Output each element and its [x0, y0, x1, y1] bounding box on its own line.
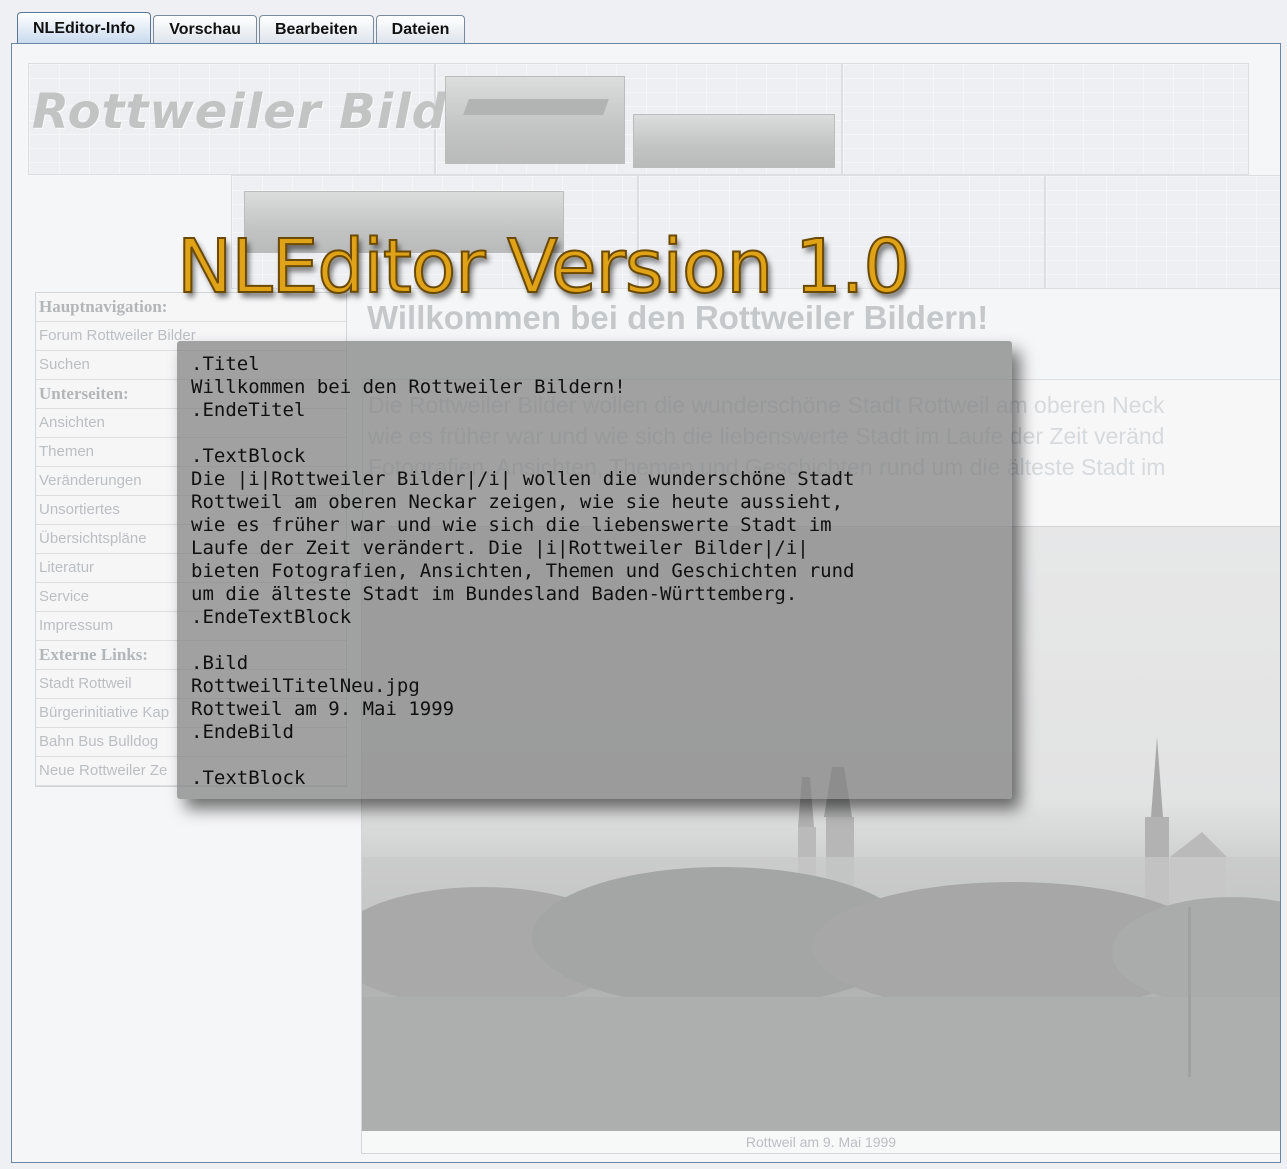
- code-line: .EndeTextBlock: [191, 606, 352, 628]
- code-line: .TextBlock: [191, 445, 306, 467]
- code-line: RottweilTitelNeu.jpg: [191, 675, 420, 697]
- code-line: um die älteste Stadt im Bundesland Baden…: [191, 583, 798, 605]
- code-line: Rottweil am oberen Neckar zeigen, wie si…: [191, 491, 844, 513]
- tab-panel: Rottweiler Bilder Hauptnavigation: Forum…: [11, 43, 1281, 1163]
- code-line: .EndeBild: [191, 721, 294, 743]
- tab-bar: NLEditor-Info Vorschau Bearbeiten Dateie…: [17, 12, 467, 43]
- banner-tile: [1045, 175, 1280, 289]
- code-line: .EndeTitel: [191, 399, 306, 421]
- source-code-overlay: .Titel Willkommen bei den Rottweiler Bil…: [177, 341, 1012, 799]
- code-line: Die |i|Rottweiler Bilder|/i| wollen die …: [191, 468, 855, 490]
- tab-bearbeiten[interactable]: Bearbeiten: [258, 15, 374, 43]
- banner-photo: [445, 76, 625, 164]
- tab-nleditor-info[interactable]: NLEditor-Info: [17, 12, 152, 43]
- code-line: .Titel: [191, 353, 260, 375]
- code-line: Willkommen bei den Rottweiler Bildern!: [191, 376, 626, 398]
- code-line: .TextBlock: [191, 767, 306, 789]
- tab-vorschau[interactable]: Vorschau: [153, 15, 257, 43]
- banner-photo: [633, 114, 835, 168]
- code-line: wie es früher war und wie sich die liebe…: [191, 514, 832, 536]
- code-text: .Titel Willkommen bei den Rottweiler Bil…: [177, 341, 1012, 790]
- code-line: Laufe der Zeit verändert. Die |i|Rottwei…: [191, 537, 809, 559]
- code-line: bieten Fotografien, Ansichten, Themen un…: [191, 560, 855, 582]
- version-title: NLEditor Version 1.0: [176, 223, 911, 311]
- tab-dateien[interactable]: Dateien: [375, 15, 466, 43]
- photo-caption: Rottweil am 9. Mai 1999: [361, 1131, 1280, 1154]
- code-line: Rottweil am 9. Mai 1999: [191, 698, 455, 720]
- banner-title: Rottweiler Bilder: [32, 84, 506, 140]
- banner-tile: [842, 63, 1249, 175]
- code-line: .Bild: [191, 652, 249, 674]
